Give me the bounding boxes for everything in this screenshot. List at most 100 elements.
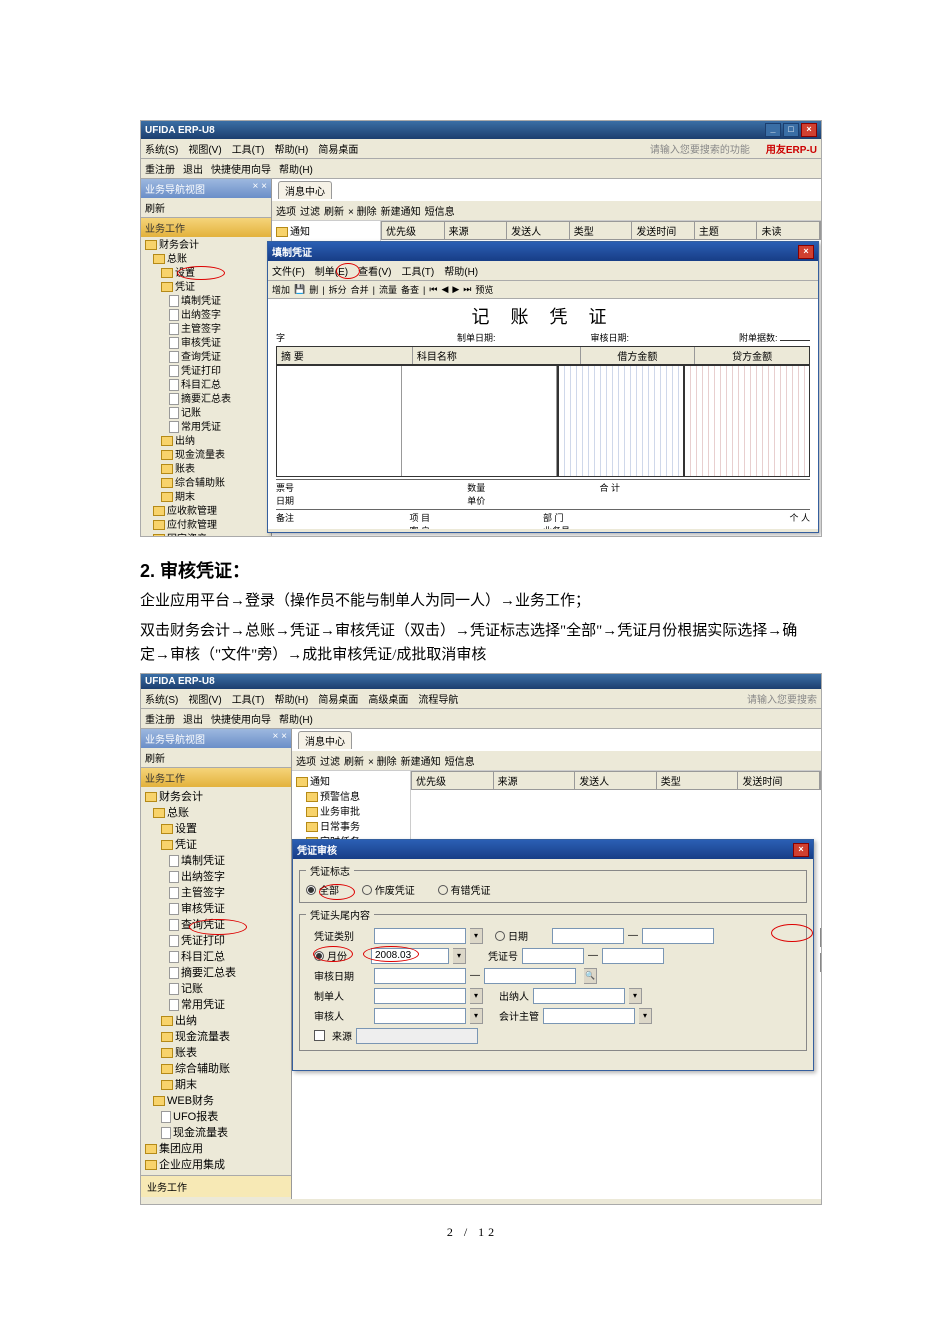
vtb-merge[interactable]: 合并 <box>351 283 369 296</box>
input-date-from[interactable] <box>552 928 624 944</box>
vtb-split[interactable]: 拆分 <box>329 283 347 296</box>
dropdown-icon[interactable]: ▾ <box>470 1008 483 1024</box>
tree-node[interactable]: 出纳 <box>175 1015 197 1027</box>
dropdown-icon[interactable]: ▾ <box>629 988 642 1004</box>
dropdown-icon[interactable]: ▾ <box>470 988 483 1004</box>
nav-refresh[interactable]: 刷新 <box>141 198 271 218</box>
msg-tb-refresh[interactable]: 刷新 <box>324 203 344 218</box>
tb-help[interactable]: 帮助(H) <box>279 161 313 176</box>
vtb-add[interactable]: 增加 <box>272 283 290 296</box>
tree-node[interactable]: 记账 <box>181 408 201 419</box>
lookup-icon[interactable]: 🔍 <box>584 968 597 984</box>
save-icon[interactable]: 💾 <box>294 284 305 295</box>
tree-node[interactable]: 出纳签字 <box>181 310 221 321</box>
tab-msg-center[interactable]: 消息中心 <box>278 181 332 199</box>
tree-node-fill-voucher[interactable]: 填制凭证 <box>181 296 221 307</box>
col-unread[interactable]: 未读 <box>757 222 820 239</box>
msg-tb-opt[interactable]: 选项 <box>296 753 316 768</box>
input-auditor[interactable] <box>374 1008 466 1024</box>
col-priority[interactable]: 优先级 <box>412 772 494 789</box>
vtb-del[interactable]: 删 <box>309 283 318 296</box>
col-time[interactable]: 发送时间 <box>632 222 695 239</box>
tree-node[interactable]: 常用凭证 <box>181 422 221 433</box>
input-no-to[interactable] <box>602 948 664 964</box>
msg-tree-item[interactable]: 预警信息 <box>320 792 360 803</box>
tree-node[interactable]: 总账 <box>167 807 189 819</box>
tree-node[interactable]: 常用凭证 <box>181 999 225 1011</box>
tree-node[interactable]: 固定资产 <box>167 534 207 537</box>
cancel-button[interactable]: 取消 <box>820 953 822 972</box>
col-priority[interactable]: 优先级 <box>382 222 445 239</box>
dropdown-icon[interactable]: ▾ <box>470 928 483 944</box>
nav-last-icon[interactable]: ⏭ <box>463 284 471 295</box>
input-chief[interactable] <box>543 1008 635 1024</box>
msg-tree-item[interactable]: 业务审批 <box>320 807 360 818</box>
input-no-from[interactable] <box>522 948 584 964</box>
tb-relogin[interactable]: 重注册 <box>145 161 175 176</box>
tree-node[interactable]: WEB财务 <box>167 1095 214 1107</box>
menu-simple[interactable]: 简易桌面 <box>318 691 358 706</box>
menu-view[interactable]: 视图(V) <box>188 141 221 156</box>
radio-month[interactable]: 月份 <box>314 948 347 963</box>
tree-node[interactable]: 综合辅助账 <box>175 478 225 489</box>
msg-tb-refresh[interactable]: 刷新 <box>344 753 364 768</box>
tree-node[interactable]: 记账 <box>181 983 203 995</box>
col-type[interactable]: 类型 <box>570 222 633 239</box>
tree-node[interactable]: 设置 <box>175 823 197 835</box>
audit-close-icon[interactable]: × <box>793 843 809 857</box>
tree-node[interactable]: 综合辅助账 <box>175 1063 230 1075</box>
tree-node[interactable]: 设置 <box>175 268 195 279</box>
menu-tools[interactable]: 工具(T) <box>232 141 265 156</box>
menu-system[interactable]: 系统(S) <box>145 141 178 156</box>
vmenu-help[interactable]: 帮助(H) <box>444 263 478 278</box>
msg-tb-opt[interactable]: 选项 <box>276 203 296 218</box>
tree-node[interactable]: 凭证打印 <box>181 935 225 947</box>
tree-node[interactable]: 摘要汇总表 <box>181 967 236 979</box>
tab-msg-center[interactable]: 消息中心 <box>298 731 352 749</box>
nav-prev-icon[interactable]: ◀ <box>441 284 448 295</box>
voucher-close-icon[interactable]: × <box>798 245 814 259</box>
radio-all[interactable]: 全部 <box>306 882 339 897</box>
tree-node[interactable]: 企业应用集成 <box>159 1159 225 1171</box>
tree-node[interactable]: 主管签字 <box>181 887 225 899</box>
tree-node[interactable]: 查询凭证 <box>181 352 221 363</box>
tree-node[interactable]: 凭证打印 <box>181 366 221 377</box>
tree-node[interactable]: 账表 <box>175 1047 197 1059</box>
vmenu-view[interactable]: 查看(V) <box>358 263 391 278</box>
search-hint[interactable]: 请输入您要搜索的功能 <box>650 141 750 156</box>
radio-void[interactable]: 作废凭证 <box>362 882 415 897</box>
nav-refresh[interactable]: 刷新 <box>141 748 291 768</box>
tree-node[interactable]: UFO报表 <box>173 1111 218 1123</box>
vmenu-tools[interactable]: 工具(T) <box>401 263 434 278</box>
tree-node[interactable]: 期末 <box>175 492 195 503</box>
tree-node[interactable]: 凭证 <box>175 282 195 293</box>
tree-node[interactable]: 出纳 <box>175 436 195 447</box>
menu-processnav[interactable]: 流程导航 <box>418 691 458 706</box>
msg-tree-item[interactable]: 通知 <box>310 777 330 788</box>
tree-node[interactable]: 摘要汇总表 <box>181 394 231 405</box>
nav-close-icon[interactable]: × × <box>253 181 267 196</box>
input-maker[interactable] <box>374 988 466 1004</box>
tree-node[interactable]: 应付款管理 <box>167 520 217 531</box>
vmenu-file[interactable]: 文件(F) <box>272 263 305 278</box>
radio-errored[interactable]: 有错凭证 <box>438 882 491 897</box>
col-source[interactable]: 来源 <box>445 222 508 239</box>
minimize-icon[interactable]: _ <box>765 123 781 137</box>
tree-node[interactable]: 财务会计 <box>159 791 203 803</box>
tree-node[interactable]: 审核凭证 <box>181 338 221 349</box>
maximize-icon[interactable]: □ <box>783 123 799 137</box>
nav-close-icon[interactable]: × × <box>273 731 287 746</box>
msg-tb-filter[interactable]: 过滤 <box>320 753 340 768</box>
tree-node[interactable]: 科目汇总 <box>181 951 225 963</box>
sidebar-foot-biz[interactable]: 业务工作 <box>141 1175 291 1197</box>
vtb-flow[interactable]: 流量 <box>379 283 397 296</box>
msg-tree-item[interactable]: 通知 <box>290 227 310 238</box>
msg-tb-sms[interactable]: 短信息 <box>425 203 455 218</box>
msg-tb-del[interactable]: × 删除 <box>348 203 377 218</box>
tree-node[interactable]: 主管签字 <box>181 324 221 335</box>
menu-view[interactable]: 视图(V) <box>188 691 221 706</box>
col-type[interactable]: 类型 <box>657 772 739 789</box>
col-time[interactable]: 发送时间 <box>738 772 820 789</box>
menu-adv[interactable]: 高级桌面 <box>368 691 408 706</box>
vtb-note[interactable]: 备查 <box>401 283 419 296</box>
